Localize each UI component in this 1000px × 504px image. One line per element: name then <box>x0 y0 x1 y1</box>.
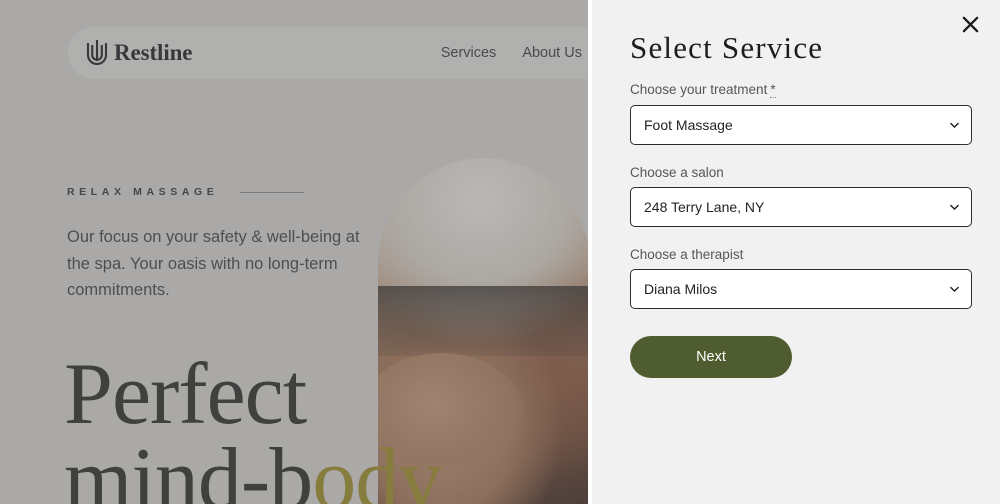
field-label-salon: Choose a salon <box>630 165 972 180</box>
field-label-therapist: Choose a therapist <box>630 247 972 262</box>
salon-select[interactable]: 248 Terry Lane, NY <box>630 186 972 227</box>
field-therapist: Choose a therapist Diana Milos <box>630 247 972 309</box>
treatment-select-value: Foot Massage <box>644 116 733 133</box>
next-button[interactable]: Next <box>630 335 792 378</box>
field-salon: Choose a salon 248 Terry Lane, NY <box>630 165 972 227</box>
required-asterisk: * <box>770 82 776 98</box>
therapist-select[interactable]: Diana Milos <box>630 268 972 309</box>
label-text: Choose a salon <box>630 164 724 180</box>
field-treatment: Choose your treatment * Foot Massage <box>630 82 972 145</box>
screen: Restline Services About Us Blog RELAX MA… <box>0 0 1000 504</box>
label-text: Choose your treatment <box>630 82 768 97</box>
select-service-form: Choose your treatment * Foot Massage Cho… <box>630 82 972 378</box>
label-text: Choose a therapist <box>630 246 744 262</box>
salon-select-value: 248 Terry Lane, NY <box>644 198 765 215</box>
close-icon <box>961 15 980 34</box>
therapist-select-value: Diana Milos <box>644 280 718 297</box>
field-label-treatment: Choose your treatment * <box>630 82 972 98</box>
panel-title: Select Service <box>630 30 824 65</box>
close-button[interactable] <box>954 8 986 40</box>
select-service-panel: Select Service Choose your treatment * F… <box>588 0 1000 504</box>
treatment-select[interactable]: Foot Massage <box>630 104 972 145</box>
